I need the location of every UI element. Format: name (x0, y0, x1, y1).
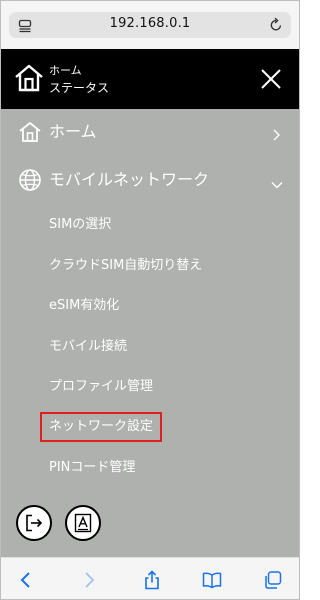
header-subtitle: ステータス (49, 81, 110, 95)
submenu-item-cloud-sim[interactable]: クラウドSIM自動切り替え (49, 257, 202, 275)
header-title: ホーム (49, 64, 82, 77)
submenu-item-esim[interactable]: eSIM有効化 (49, 297, 119, 315)
browser-address-area: 192.168.0.1 (1, 1, 299, 49)
logout-button[interactable] (16, 505, 52, 541)
reload-icon[interactable] (269, 17, 283, 33)
share-icon[interactable] (142, 570, 162, 590)
menu-panel: ホーム モバイルネットワーク SIMの選択 クラウドSIM自動切り替え eSIM… (1, 109, 299, 557)
submenu-item-pin[interactable]: PINコード管理 (49, 459, 135, 477)
submenu-item-sim-select[interactable]: SIMの選択 (49, 216, 111, 234)
chevron-down-icon (271, 175, 283, 189)
submenu-item-network-settings[interactable]: ネットワーク設定 (40, 412, 163, 442)
forward-icon[interactable] (79, 570, 99, 590)
screen: 192.168.0.1 ホーム ステータス ホーム モバイルネットワーク SIM… (0, 0, 300, 600)
home-icon (18, 120, 42, 144)
address-bar[interactable]: 192.168.0.1 (9, 12, 291, 38)
menu-item-label: モバイルネットワーク (49, 170, 210, 189)
back-icon[interactable] (16, 570, 36, 590)
tabs-icon[interactable] (263, 570, 283, 590)
menu-item-label: ホーム (49, 122, 97, 141)
browser-toolbar (1, 557, 299, 599)
font-size-icon (74, 513, 92, 533)
close-icon[interactable] (259, 67, 283, 91)
font-size-button[interactable] (65, 505, 101, 541)
submenu-item-mobile-connection[interactable]: モバイル接続 (49, 338, 127, 356)
globe-icon (18, 168, 42, 192)
chevron-right-icon (271, 126, 281, 141)
logout-icon (26, 514, 43, 532)
home-logo-icon[interactable] (13, 62, 45, 94)
menu-item-home[interactable]: ホーム (1, 112, 299, 152)
submenu-item-profile[interactable]: プロファイル管理 (49, 378, 153, 396)
url-text: 192.168.0.1 (109, 16, 191, 31)
bookmarks-icon[interactable] (202, 570, 222, 590)
menu-item-mobile-network[interactable]: モバイルネットワーク (1, 160, 299, 200)
app-header: ホーム ステータス (1, 49, 299, 109)
